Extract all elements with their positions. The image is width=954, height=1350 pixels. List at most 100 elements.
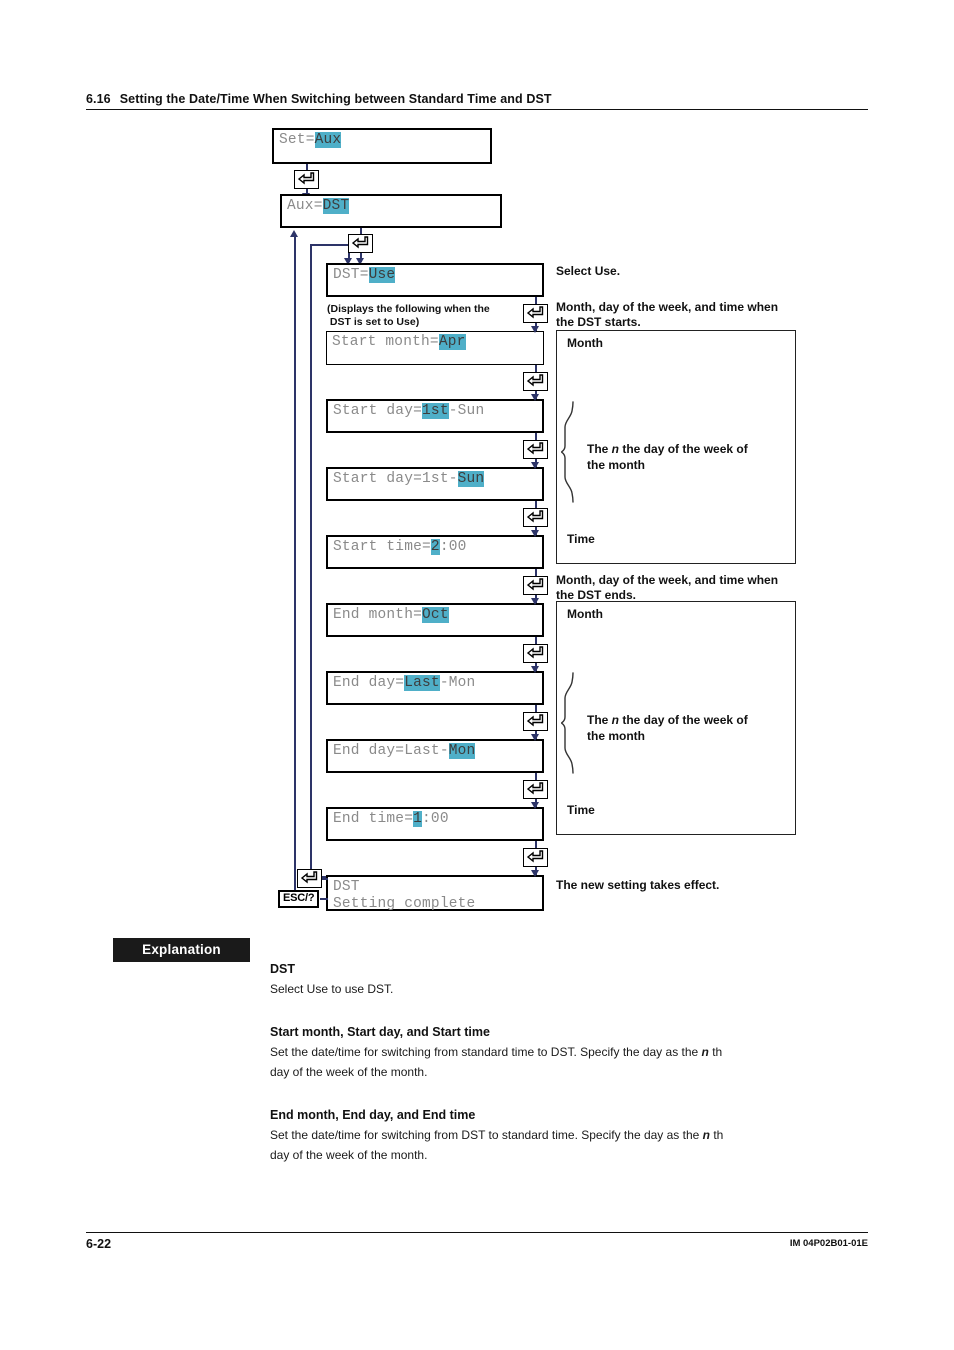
esc-key-button[interactable]: ESC/?	[278, 890, 320, 908]
arrow-down-icon	[531, 802, 539, 809]
enter-key-icon	[523, 372, 548, 391]
lcd-highlight: 1	[413, 811, 423, 827]
feedback-line-inner	[310, 244, 349, 246]
lcd-highlight: Aux	[314, 132, 342, 148]
explanation-tag: Explanation	[113, 938, 250, 962]
enter-key-icon	[523, 508, 548, 527]
section-title: End month, End day, and End time	[270, 1108, 476, 1122]
annotation-time-label: Time	[567, 532, 595, 546]
arrow-up-icon	[290, 230, 298, 237]
explanation-section-end: End month, End day, and End time Set the…	[270, 1108, 850, 1165]
lcd-box-aux-dst: Aux=DST	[280, 194, 502, 228]
lcd-suffix: :00	[422, 811, 449, 827]
enter-key-icon	[523, 780, 548, 799]
arrow-down-icon	[531, 666, 539, 673]
arrow-down-icon	[531, 462, 539, 469]
page-footer: 6-22 IM 04P02B01-01E	[86, 1232, 868, 1253]
lcd-highlight: Use	[368, 267, 396, 283]
section-body: Set the date/time for switching from sta…	[270, 1042, 850, 1082]
lcd-line: Aux=DST	[282, 196, 500, 215]
explanation-section-start: Start month, Start day, and Start time S…	[270, 1025, 850, 1082]
flow-diagram: Set=Aux Aux=DST DST=Use (Displays the fo…	[0, 0, 954, 935]
callout-dst-ends: Month, day of the week, and time when th…	[556, 573, 779, 602]
annotation-month-label: Month	[567, 607, 603, 621]
body-part-c: day of the week of the month.	[270, 1065, 428, 1079]
lcd-prefix: End time=	[333, 811, 414, 827]
section-title: DST	[270, 962, 295, 976]
lcd-suffix: -Mon	[439, 675, 476, 691]
lcd-line: Start day=1st-Sun	[328, 469, 542, 488]
lcd-highlight: Apr	[438, 334, 466, 350]
annotation-box-start: Month The n the day of the week of the m…	[556, 330, 796, 564]
lcd-highlight: Sun	[457, 471, 485, 487]
lcd-box-set-aux: Set=Aux	[272, 128, 492, 164]
lcd-prefix: End day=Last-	[333, 743, 449, 759]
lcd-highlight: Mon	[448, 743, 476, 759]
lcd-box-dst-use: DST=Use	[326, 263, 544, 297]
body-n: n	[702, 1128, 710, 1142]
section-body: Set the date/time for switching from DST…	[270, 1125, 850, 1165]
lcd-box-start-time: Start time=2:00	[326, 535, 544, 569]
body-part-a: Set the date/time for switching from DST…	[270, 1128, 703, 1142]
enter-key-icon	[523, 576, 548, 595]
lcd-box-end-month: End month=Oct	[326, 603, 544, 637]
explanation-section-dst: DST Select Use to use DST.	[270, 962, 850, 999]
brace-text-part3: the month	[587, 729, 645, 743]
lcd-prefix: End month=	[333, 607, 423, 623]
callout-takes-effect: The new setting takes effect.	[556, 878, 720, 892]
lcd-box-end-day-n: End day=Last-Mon	[326, 671, 544, 705]
body-part-b: th	[708, 1045, 723, 1059]
lcd-line: Start month=Apr	[327, 332, 543, 351]
enter-key-icon	[523, 304, 548, 323]
lcd-prefix: DST=	[333, 267, 369, 283]
connector-line	[322, 878, 328, 880]
enter-key-icon	[297, 869, 322, 888]
annotation-time-label: Time	[567, 803, 595, 817]
lcd-box-start-day-n: Start day=1st-Sun	[326, 399, 544, 433]
body-n: n	[701, 1045, 709, 1059]
lcd-line: End day=Last-Mon	[328, 673, 542, 692]
arrow-down-icon	[531, 326, 539, 333]
body-part-c: day of the week of the month.	[270, 1148, 428, 1162]
curly-brace-icon	[560, 401, 581, 508]
brace-text-n: n	[611, 442, 620, 456]
lcd-box-setting-complete: DST Setting complete	[326, 875, 544, 912]
callout-select-use: Select Use.	[556, 264, 621, 278]
enter-key-icon	[523, 440, 548, 459]
brace-text-n: n	[611, 713, 620, 727]
arrow-down-icon	[531, 394, 539, 401]
enter-key-icon	[294, 170, 319, 189]
lcd-box-start-day-w: Start day=1st-Sun	[326, 467, 544, 501]
lcd-line: DST=Use	[328, 265, 542, 284]
lcd-line-1: DST	[333, 879, 360, 895]
enter-key-icon	[523, 712, 548, 731]
arrow-down-icon	[531, 598, 539, 605]
feedback-line-inner	[310, 244, 312, 876]
lcd-prefix: Start day=1st-	[333, 471, 458, 487]
brace-text-part2: the day of the week of	[619, 442, 748, 456]
lcd-line: End time=1:00	[328, 809, 542, 828]
lcd-highlight: Oct	[422, 607, 449, 623]
lcd-line: End day=Last-Mon	[328, 741, 542, 760]
lcd-prefix: Set=	[279, 132, 315, 148]
arrow-down-icon	[531, 870, 539, 877]
body-part-a: Set the date/time for switching from sta…	[270, 1045, 702, 1059]
lcd-highlight: 2	[430, 539, 440, 555]
arrow-down-icon	[531, 530, 539, 537]
enter-key-icon	[523, 644, 548, 663]
footer-rule	[86, 1232, 868, 1233]
lcd-box-start-month: Start month=Apr	[326, 331, 544, 365]
annotation-box-end: Month The n the day of the week of the m…	[556, 601, 796, 835]
explanation-body: DST Select Use to use DST. Start month, …	[270, 962, 850, 1184]
body-part-b: th	[710, 1128, 724, 1142]
lcd-line: End month=Oct	[328, 605, 542, 624]
page-number: 6-22	[86, 1237, 112, 1251]
lcd-box-end-time: End time=1:00	[326, 807, 544, 841]
section-title: Start month, Start day, and Start time	[270, 1025, 490, 1039]
curly-brace-icon	[560, 672, 581, 779]
lcd-suffix: :00	[439, 539, 467, 555]
lcd-line: Start day=1st-Sun	[328, 401, 542, 420]
display-condition-note: (Displays the following when the DST is …	[327, 303, 490, 328]
callout-dst-starts: Month, day of the week, and time when th…	[556, 300, 779, 329]
annotation-month-label: Month	[567, 336, 603, 350]
